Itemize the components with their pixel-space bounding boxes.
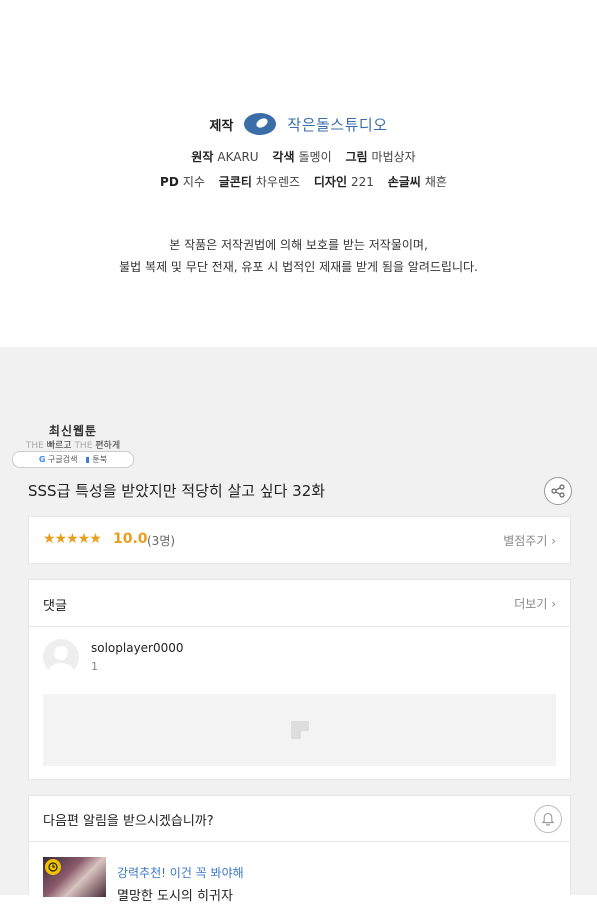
studio-label: 제작 — [209, 118, 234, 134]
rating-score: 10.0 — [113, 531, 148, 547]
image-placeholder — [43, 694, 556, 766]
rating-stars: ★★★★★ — [43, 531, 102, 547]
notify-bell-button[interactable] — [534, 805, 562, 833]
credit-value: 돌멩이 — [298, 150, 332, 164]
badge-search-pill[interactable]: G 구글검색 ▮ 툰북 — [12, 451, 134, 468]
credit-line-2: PD 지수 글콘티 차우렌즈 디자인 221 손글씨 채흔 — [0, 173, 597, 190]
studio-logo-icon — [244, 113, 277, 135]
clock-icon — [45, 859, 61, 875]
recommendation-tag[interactable]: 강력추천! 이건 꼭 봐야해 — [117, 864, 244, 881]
notify-header: 다음편 알림을 받으시겠습니까? — [29, 796, 570, 842]
episode-title: SSS급 특성을 받았지만 적당히 살고 싶다 32화 — [28, 482, 326, 500]
comment-text: 1 — [91, 660, 98, 673]
credit-value: AKARU — [217, 150, 259, 164]
avatar — [43, 639, 79, 675]
comments-title: 댓글 — [43, 599, 67, 614]
share-icon — [551, 484, 565, 498]
rating-card: ★★★★★ 10.0 (3명) 별점주기 › — [28, 516, 571, 564]
credit-value: 마법상자 — [371, 150, 416, 164]
user-avatar-icon — [48, 646, 74, 675]
credit-key: 원작 — [191, 150, 214, 164]
comments-card: 댓글 더보기 › soloplayer0000 1 — [28, 579, 571, 780]
site-badge[interactable]: 최신웹툰 THE 빠르고 THE 편하게 G 구글검색 ▮ 툰북 — [12, 420, 134, 468]
rate-button[interactable]: 별점주기 › — [503, 532, 556, 549]
copyright-notice-2: 불법 복제 및 무단 전재, 유포 시 법적인 제재를 받게 됨을 알려드립니다… — [119, 260, 478, 274]
image-placeholder-icon — [290, 721, 309, 739]
copyright-notice-1: 본 작품은 저작권법에 의해 보호를 받는 저작물이며, — [169, 238, 428, 252]
comment-username[interactable]: soloplayer0000 — [91, 641, 184, 655]
credit-value: 지수 — [182, 175, 205, 189]
credit-key: 그림 — [345, 150, 368, 164]
credit-value: 차우렌즈 — [255, 175, 301, 189]
badge-slogan: THE 빠르고 THE 편하게 — [25, 441, 121, 451]
credit-key: PD — [160, 175, 179, 189]
comments-more-button[interactable]: 더보기 › — [514, 595, 556, 612]
badge-title: 최신웹툰 — [48, 424, 98, 438]
recommendation-thumbnail[interactable] — [43, 857, 106, 897]
credit-key: 디자인 — [313, 175, 347, 189]
share-button[interactable] — [544, 477, 572, 505]
next-episode-notify-card: 다음편 알림을 받으시겠습니까? 강력추천! 이건 꼭 봐야해 멸망한 도시의 … — [28, 795, 571, 904]
bell-icon — [541, 812, 555, 826]
studio-row: 제작 작은돌스튜디오 — [0, 112, 597, 136]
google-search-label: G 구글검색 — [38, 455, 78, 464]
credit-value: 221 — [350, 175, 374, 189]
credits-section: 제작 작은돌스튜디오 원작 AKARU 각색 돌멩이 그림 마법상자 PD 지수 글콘티… — [0, 0, 597, 347]
studio-name: 작은돌스튜디오 — [287, 115, 388, 134]
credit-value: 채흔 — [424, 175, 447, 189]
notify-question: 다음편 알림을 받으시겠습니까? — [43, 814, 214, 829]
credit-key: 글콘티 — [218, 175, 252, 189]
credit-key: 각색 — [272, 150, 295, 164]
rating-count: (3명) — [147, 534, 176, 548]
credit-key: 손글씨 — [387, 175, 421, 189]
site-name-label: ▮ 툰북 — [85, 455, 108, 464]
comments-header: 댓글 더보기 › — [29, 580, 570, 627]
credit-line-1: 원작 AKARU 각색 돌멩이 그림 마법상자 — [0, 148, 597, 165]
